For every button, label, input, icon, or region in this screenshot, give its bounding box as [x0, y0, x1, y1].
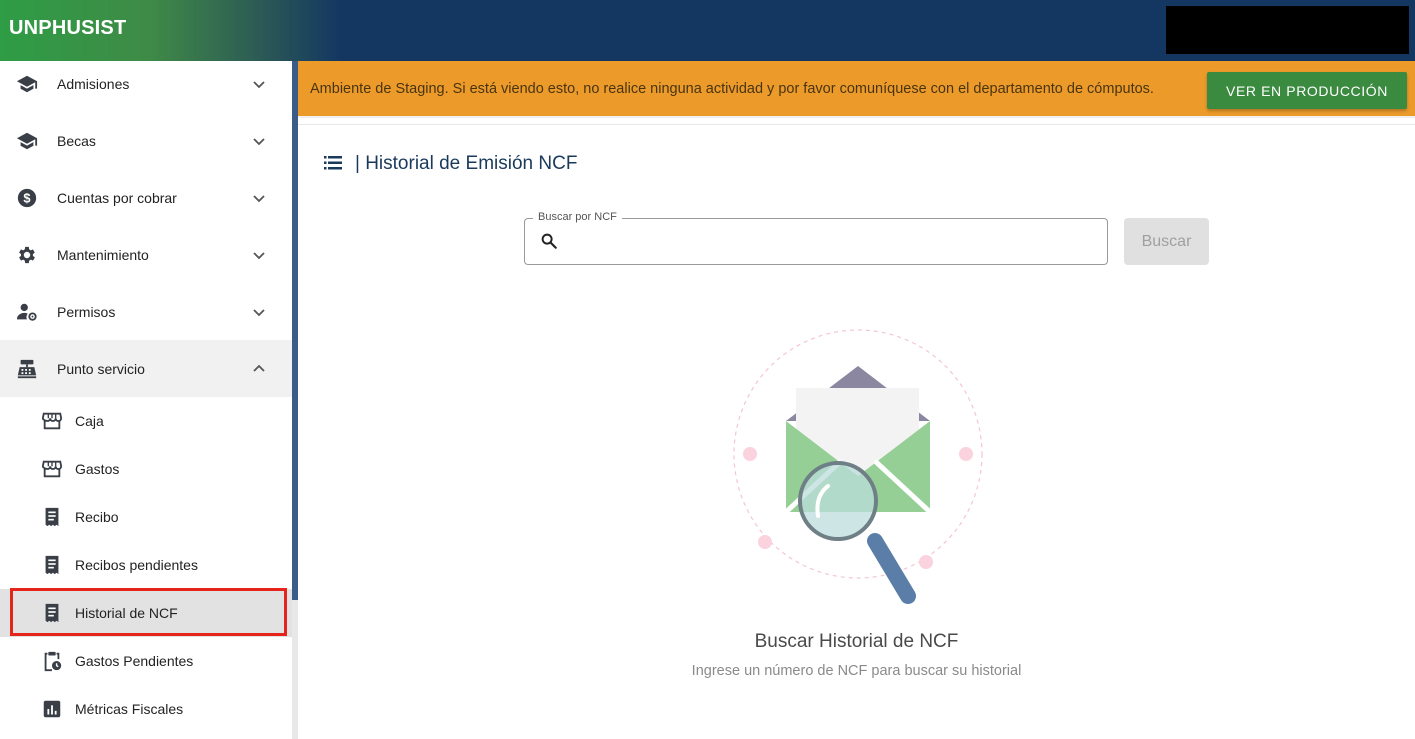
sidebar-group-admisiones[interactable]: Admisiones	[0, 61, 292, 112]
receipt-icon	[45, 507, 59, 527]
active-item-highlight	[10, 588, 287, 636]
sidebar-item-gastos-pendientes[interactable]: Gastos Pendientes	[0, 637, 292, 685]
gear-icon	[19, 246, 35, 263]
sidebar-item-gastos[interactable]: Gastos	[0, 445, 292, 493]
sidebar-group-cuentas-por-cobrar[interactable]: $ Cuentas por cobrar	[0, 169, 292, 226]
chevron-up-icon	[253, 364, 265, 372]
empty-state-subtitle: Ingrese un número de NCF para buscar su …	[691, 663, 1022, 679]
user-gear-icon	[16, 303, 37, 321]
sidebar-group-label: Punto servicio	[57, 360, 145, 377]
sidebar-group-becas[interactable]: Becas	[0, 112, 292, 169]
bar-chart-icon	[43, 700, 61, 718]
store-icon	[41, 412, 63, 430]
user-menu-redacted[interactable]	[1166, 6, 1409, 54]
sidebar-item-label: Recibos pendientes	[75, 557, 198, 573]
sidebar-group-mantenimiento[interactable]: Mantenimiento	[0, 226, 292, 283]
sidebar-group-label: Mantenimiento	[57, 246, 149, 263]
store-icon	[41, 460, 63, 478]
clipboard-clock-icon	[44, 651, 62, 672]
sidebar: Admisiones Becas $ Cuentas por cobrar Ma…	[0, 61, 292, 739]
view-production-button[interactable]: VER EN PRODUCCIÓN	[1207, 72, 1407, 109]
sidebar-item-caja[interactable]: Caja	[0, 397, 292, 445]
receipt-icon	[45, 555, 59, 575]
chevron-down-icon	[253, 137, 265, 145]
sidebar-group-permisos[interactable]: Permisos	[0, 283, 292, 340]
staging-banner-text: Ambiente de Staging. Si está viendo esto…	[310, 81, 1154, 97]
page-title: | Historial de Emisión NCF	[355, 153, 578, 174]
list-icon	[324, 156, 342, 170]
sidebar-item-label: Métricas Fiscales	[75, 701, 184, 717]
main-content: Ambiente de Staging. Si está viendo esto…	[298, 61, 1415, 739]
graduation-cap-icon	[16, 75, 38, 92]
sidebar-item-recibo[interactable]: Recibo	[0, 493, 292, 541]
staging-banner: Ambiente de Staging. Si está viendo esto…	[298, 61, 1415, 118]
sidebar-item-metricas-fiscales[interactable]: Métricas Fiscales	[0, 685, 292, 733]
sidebar-group-punto-servicio[interactable]: Punto servicio	[0, 340, 292, 397]
sidebar-group-label: Cuentas por cobrar	[57, 189, 177, 206]
search-button[interactable]: Buscar	[1124, 218, 1209, 265]
sidebar-item-label: Recibo	[75, 509, 119, 525]
chevron-down-icon	[253, 194, 265, 202]
search-input[interactable]	[566, 226, 1096, 258]
sidebar-item-recibos-pendientes[interactable]: Recibos pendientes	[0, 541, 292, 589]
svg-text:$: $	[23, 190, 30, 205]
top-bar: UNPHUSIST	[0, 0, 1415, 61]
chevron-down-icon	[253, 80, 265, 88]
search-field-label: Buscar por NCF	[533, 211, 622, 223]
divider	[298, 124, 1415, 125]
chevron-down-icon	[253, 251, 265, 259]
sidebar-item-label: Caja	[75, 413, 104, 429]
dollar-circle-icon: $	[17, 188, 37, 207]
brand-logo[interactable]: UNPHUSIST	[9, 17, 126, 40]
search-icon	[541, 233, 557, 249]
sidebar-group-label: Admisiones	[57, 75, 130, 92]
cash-register-icon	[17, 359, 37, 378]
graduation-cap-icon	[16, 132, 38, 149]
sidebar-group-label: Permisos	[57, 303, 116, 320]
empty-state-title: Buscar Historial de NCF	[754, 631, 959, 652]
sidebar-group-label: Becas	[57, 132, 96, 149]
envelope-search-illustration	[733, 329, 983, 604]
sidebar-item-label: Gastos Pendientes	[75, 653, 194, 669]
chevron-down-icon	[253, 308, 265, 316]
sidebar-item-label: Gastos	[75, 461, 120, 477]
